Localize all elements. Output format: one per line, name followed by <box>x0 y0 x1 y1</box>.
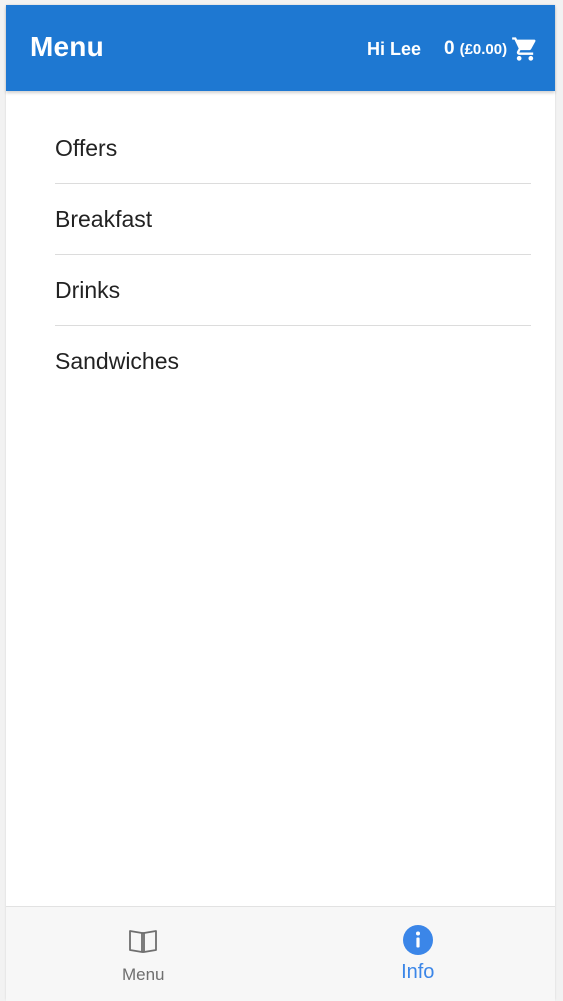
app-frame: Menu Hi Lee 0 (£0.00) Offers Breakfast D… <box>6 5 555 1001</box>
cart-count: 0 <box>444 38 455 59</box>
book-icon <box>129 930 158 953</box>
user-greeting: Hi Lee <box>367 39 422 59</box>
cart-total: (£0.00) <box>459 40 508 58</box>
category-item-drinks[interactable]: Drinks <box>55 255 531 326</box>
bottom-nav: Menu Info <box>6 906 555 1001</box>
app-bar: Menu Hi Lee 0 (£0.00) <box>6 5 555 91</box>
cart-button[interactable]: 0 (£0.00) <box>444 35 539 63</box>
info-icon <box>402 925 433 955</box>
page-title: Menu <box>30 31 104 62</box>
tab-info[interactable]: Info <box>281 907 556 1001</box>
cart-icon <box>512 37 536 61</box>
tab-info-label: Info <box>401 961 435 983</box>
tab-menu[interactable]: Menu <box>6 907 281 1001</box>
category-item-offers[interactable]: Offers <box>55 91 531 184</box>
category-item-sandwiches[interactable]: Sandwiches <box>55 326 531 396</box>
tab-menu-label: Menu <box>121 965 165 984</box>
category-item-breakfast[interactable]: Breakfast <box>55 184 531 255</box>
category-list: Offers Breakfast Drinks Sandwiches <box>55 91 531 396</box>
